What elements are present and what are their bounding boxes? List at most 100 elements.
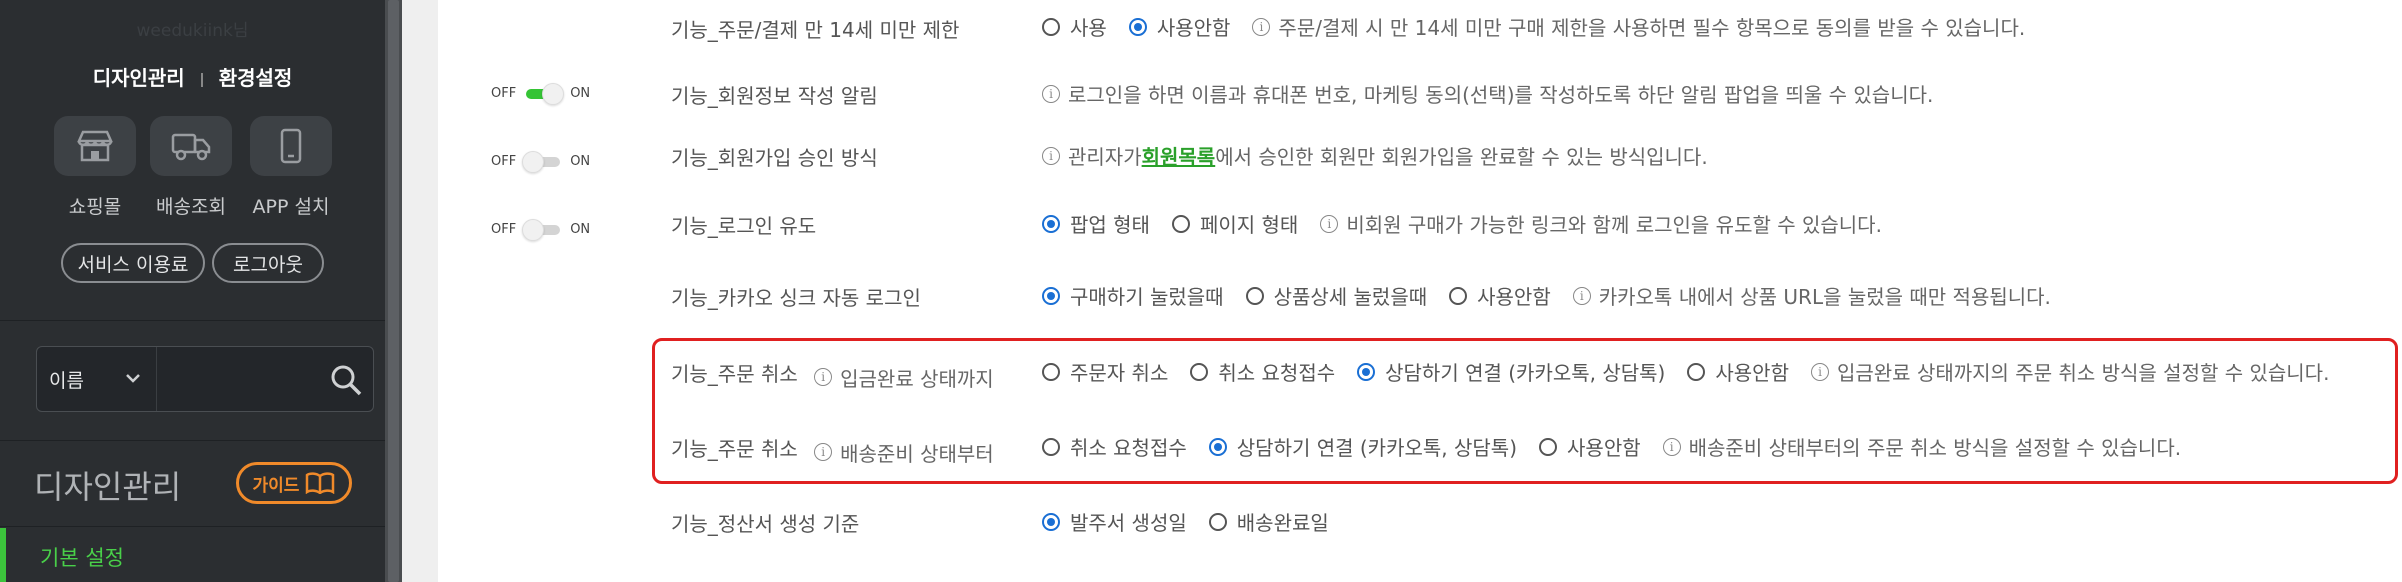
setting-label: 기능_로그인 유도: [671, 214, 817, 238]
search-input[interactable]: [159, 347, 309, 411]
active-indicator: [0, 528, 6, 582]
logout-button[interactable]: 로그아웃: [212, 243, 324, 283]
radio-circle: [1245, 286, 1264, 305]
setting-row-login-prompt: OFF ON 기능_로그인 유도 팝업 형태 페이지 형태 i 비회원 구매가 가…: [438, 200, 2402, 260]
user-name: weedukiink님: [136, 21, 249, 41]
settings-link[interactable]: 환경설정: [219, 66, 293, 90]
search-type-select[interactable]: 이름: [37, 347, 157, 411]
radio-use[interactable]: 사용: [1042, 12, 1107, 41]
phone-icon: [280, 128, 302, 164]
guide-button[interactable]: 가이드: [236, 462, 352, 504]
radio-order-date[interactable]: 발주서 생성일: [1042, 507, 1187, 536]
radio-circle: [1042, 17, 1060, 36]
sidebar-scrollbar[interactable]: [385, 0, 402, 582]
radio-circle: [1171, 214, 1190, 233]
info-icon: i: [1042, 84, 1060, 103]
design-manage-link[interactable]: 디자인관리: [93, 66, 185, 90]
delivery-button[interactable]: [150, 116, 232, 176]
search-type-value: 이름: [49, 369, 84, 392]
setting-label: 기능_회원가입 승인 방식: [671, 146, 878, 170]
toggle-on-label: ON: [570, 154, 591, 169]
setting-row-kakao-sync: 기능_카카오 싱크 자동 로그인 구매하기 눌렀을때 상품상세 눌렀을때 사용안…: [438, 270, 2402, 330]
info-text: i 로그인을 하면 이름과 휴대폰 번호, 마케팅 동의(선택)를 작성하도록 하…: [1042, 79, 1933, 108]
toggle-track: [526, 82, 565, 105]
info-text-pre: 관리자가: [1068, 145, 1142, 169]
divider: [0, 320, 385, 321]
toggle-on-label: ON: [570, 86, 591, 101]
app-install-button[interactable]: [250, 116, 332, 176]
setting-row-signup-approval: OFF ON 기능_회원가입 승인 방식 i 관리자가 회원목록 에서 승인한 회원…: [438, 134, 2402, 194]
toggle-track: [522, 150, 561, 173]
radio-delivery-date[interactable]: 배송완료일: [1208, 507, 1329, 536]
menu-item-label: 기본 설정: [40, 546, 124, 570]
radio-circle: [1208, 512, 1227, 531]
info-text: i 주문/결제 시 만 14세 미만 구매 제한을 사용하면 필수 항목으로 동의…: [1252, 12, 2025, 41]
chevron-down-icon: [126, 374, 140, 383]
setting-options: 팝업 형태 페이지 형태 i 비회원 구매가 가능한 링크와 함께 로그인을 유도…: [1042, 209, 1882, 238]
setting-label: 기능_카카오 싱크 자동 로그인: [671, 286, 921, 310]
radio-label: 사용안함: [1477, 285, 1551, 309]
radio-label: 상품상세 눌렀을때: [1273, 285, 1428, 309]
book-icon: [306, 472, 335, 494]
store-button[interactable]: [54, 116, 136, 176]
radio-not-use[interactable]: 사용안함: [1449, 281, 1551, 310]
toggle-on-label: ON: [570, 222, 591, 237]
setting-options: i 관리자가 회원목록 에서 승인한 회원만 회원가입을 완료할 수 있는 방식입니…: [1042, 141, 1708, 170]
scrollbar-thumb[interactable]: [388, 0, 399, 582]
setting-label: 기능_정산서 생성 기준: [671, 512, 860, 536]
divider: [200, 72, 203, 87]
toggle-knob: [542, 82, 565, 105]
toggle-switch[interactable]: OFF ON: [491, 150, 591, 173]
radio-popup[interactable]: 팝업 형태: [1042, 209, 1150, 238]
setting-row-member-info-alert: OFF ON 기능_회원정보 작성 알림 i 로그인을 하면 이름과 휴대폰 번호…: [438, 66, 2402, 126]
info-text-content: 비회원 구매가 가능한 링크와 함께 로그인을 유도할 수 있습니다.: [1346, 213, 1882, 237]
guide-label: 가이드: [252, 475, 300, 496]
info-icon: i: [1572, 286, 1591, 305]
info-icon: i: [1252, 17, 1271, 36]
member-list-link[interactable]: 회원목록: [1142, 141, 1216, 170]
radio-label: 페이지 형태: [1199, 213, 1299, 237]
info-text: i 카카오톡 내에서 상품 URL을 눌렀을 때만 적용됩니다.: [1572, 281, 2051, 310]
toggle-switch[interactable]: OFF ON: [491, 218, 591, 241]
radio-not-use[interactable]: 사용안함: [1128, 12, 1231, 41]
highlight-box: [652, 338, 2398, 484]
info-text-content: 카카오톡 내에서 상품 URL을 눌렀을 때만 적용됩니다.: [1598, 285, 2051, 309]
info-text-post: 에서 승인한 회원만 회원가입을 완료할 수 있는 방식입니다.: [1215, 145, 1708, 169]
setting-label: 기능_주문/결제 만 14세 미만 제한: [671, 18, 960, 42]
sidebar: weedukiink님 디자인관리 환경설정 쇼핑몰 배송조회 APP 설치 서비…: [0, 0, 385, 582]
radio-page[interactable]: 페이지 형태: [1171, 209, 1299, 238]
setting-options: 발주서 생성일 배송완료일: [1042, 507, 1351, 536]
service-fee-button[interactable]: 서비스 이용료: [61, 243, 205, 283]
radio-detail-click[interactable]: 상품상세 눌렀을때: [1245, 281, 1428, 310]
info-text-content: 로그인을 하면 이름과 휴대폰 번호, 마케팅 동의(선택)를 작성하도록 하단…: [1068, 83, 1934, 107]
toggle-off-label: OFF: [491, 154, 517, 169]
radio-label: 팝업 형태: [1070, 213, 1150, 237]
radio-label: 사용: [1070, 16, 1107, 40]
truck-icon: [171, 133, 211, 161]
toggle-track: [522, 218, 561, 241]
info-icon: i: [1042, 146, 1060, 165]
toggle-off-label: OFF: [491, 222, 517, 237]
menu-item-basic-settings[interactable]: 기본 설정: [0, 528, 385, 582]
setting-label: 기능_회원정보 작성 알림: [671, 84, 878, 108]
radio-buy-click[interactable]: 구매하기 눌렀을때: [1042, 281, 1224, 310]
top-links: 디자인관리 환경설정: [0, 62, 385, 91]
divider: [0, 526, 385, 527]
search-icon[interactable]: [329, 363, 363, 397]
radio-circle: [1128, 17, 1147, 36]
divider: [0, 440, 385, 441]
toggle-switch[interactable]: OFF ON: [491, 82, 591, 105]
radio-label: 사용안함: [1156, 16, 1231, 40]
info-icon: i: [1320, 214, 1339, 233]
setting-options: 사용 사용안함 i 주문/결제 시 만 14세 미만 구매 제한을 사용하면 필수…: [1042, 12, 2025, 41]
setting-options: i 로그인을 하면 이름과 휴대폰 번호, 마케팅 동의(선택)를 작성하도록 하…: [1042, 79, 1933, 108]
setting-row-age-limit: 기능_주문/결제 만 14세 미만 제한 사용 사용안함 i 주문/결제 시 만 …: [438, 0, 2402, 60]
radio-label: 구매하기 눌렀을때: [1070, 285, 1224, 309]
info-text: i 비회원 구매가 가능한 링크와 함께 로그인을 유도할 수 있습니다.: [1320, 209, 1882, 238]
store-icon: [77, 130, 113, 162]
search-box: 이름: [36, 346, 374, 412]
toggle-knob: [522, 150, 545, 173]
radio-circle: [1042, 214, 1060, 233]
radio-circle: [1449, 286, 1468, 305]
radio-label: 배송완료일: [1236, 511, 1329, 535]
